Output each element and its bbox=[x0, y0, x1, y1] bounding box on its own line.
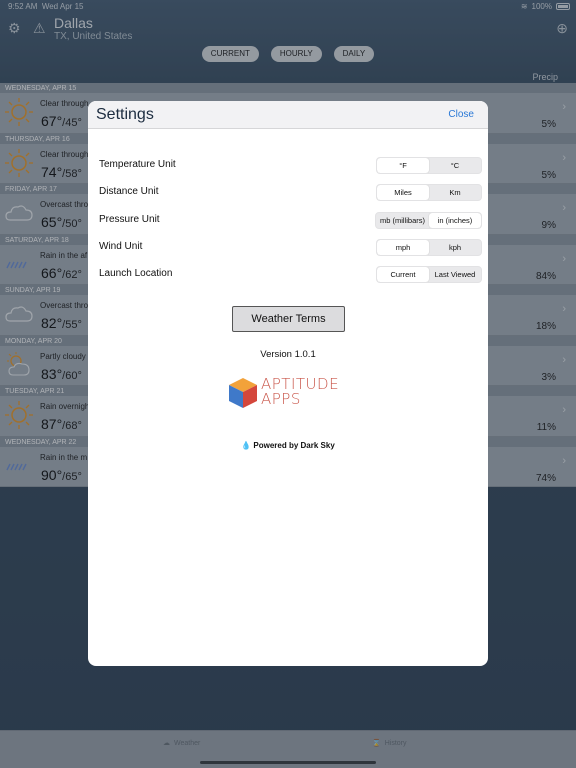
settings-header: Settings Close bbox=[88, 101, 488, 129]
logo-line2: APPS bbox=[261, 390, 301, 408]
powered-by-label: Powered by Dark Sky bbox=[253, 441, 335, 450]
segmented-control: °F °C bbox=[376, 157, 482, 174]
segmented-control: Miles Km bbox=[376, 184, 482, 201]
version-label: Version 1.0.1 bbox=[260, 349, 316, 360]
segmented-control: Current Last Viewed bbox=[376, 266, 482, 283]
segmented-control: mb (millibars) in (inches) bbox=[375, 212, 482, 229]
setting-label: Wind Unit bbox=[99, 241, 143, 252]
segment-option[interactable]: Last Viewed bbox=[429, 267, 481, 282]
segment-option[interactable]: Km bbox=[429, 185, 481, 200]
close-button[interactable]: Close bbox=[448, 109, 474, 120]
setting-label: Distance Unit bbox=[99, 186, 159, 197]
powered-by-dark-sky[interactable]: 💧 Powered by Dark Sky bbox=[88, 441, 488, 450]
setting-label: Launch Location bbox=[99, 268, 173, 279]
segment-option[interactable]: mph bbox=[377, 240, 429, 255]
dark-sky-drop-icon: 💧 bbox=[241, 441, 252, 450]
setting-label: Pressure Unit bbox=[99, 214, 160, 225]
setting-label: Temperature Unit bbox=[99, 159, 176, 170]
segment-option[interactable]: °F bbox=[377, 158, 429, 173]
segment-option[interactable]: mb (millibars) bbox=[376, 213, 429, 228]
aptitude-apps-logo: APTITUDE APPS bbox=[228, 377, 368, 411]
segment-option[interactable]: Current bbox=[377, 267, 429, 282]
settings-modal: Settings Close Temperature Unit °F °C Dista… bbox=[88, 101, 488, 666]
segment-option[interactable]: Miles bbox=[377, 185, 429, 200]
cube-logo-icon bbox=[229, 378, 257, 408]
logo-text: APTITUDE APPS bbox=[261, 377, 339, 407]
segmented-control: mph kph bbox=[376, 239, 482, 256]
segment-option[interactable]: °C bbox=[429, 158, 481, 173]
settings-title: Settings bbox=[96, 106, 154, 123]
segment-option[interactable]: kph bbox=[429, 240, 481, 255]
weather-terms-button[interactable]: Weather Terms bbox=[232, 306, 345, 332]
segment-option[interactable]: in (inches) bbox=[429, 213, 481, 228]
